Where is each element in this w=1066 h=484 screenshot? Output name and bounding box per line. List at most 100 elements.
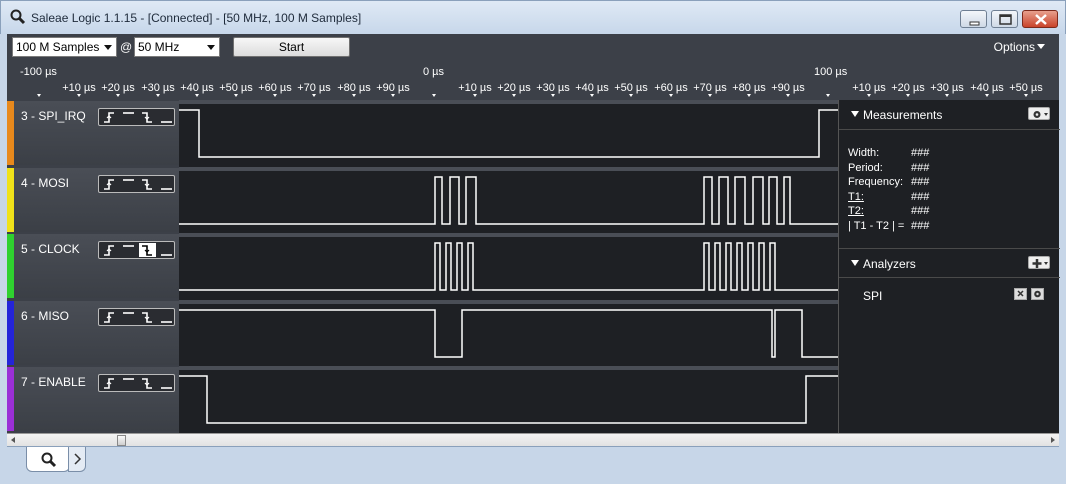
- ruler-minor-label: +80 µs: [732, 82, 766, 94]
- ruler-tick: [708, 94, 712, 97]
- high-level-trigger-icon: [123, 112, 134, 114]
- rising-edge-trigger-icon-button[interactable]: [101, 310, 118, 324]
- measurement-value: ###: [911, 190, 930, 203]
- low-level-trigger-icon-button[interactable]: [158, 110, 175, 124]
- ruler-tick: [590, 94, 594, 97]
- sample-rate-value: 50 MHz: [138, 40, 180, 54]
- high-level-trigger-icon: [123, 312, 134, 314]
- high-level-trigger-icon-button[interactable]: [120, 110, 137, 124]
- falling-edge-trigger-icon-button[interactable]: [139, 177, 156, 191]
- channel-color-swatch: [7, 234, 14, 298]
- measurement-key[interactable]: T2:: [848, 204, 864, 219]
- falling-edge-trigger-icon-button[interactable]: [139, 110, 156, 124]
- magnifier-app-icon: [10, 9, 26, 25]
- analyzers-header[interactable]: Analyzers: [839, 248, 1060, 278]
- lane-separator: [179, 167, 838, 171]
- measurement-key: | T1 - T2 | =: [848, 219, 905, 232]
- chevron-down-icon: [104, 45, 112, 50]
- analyzer-settings-button[interactable]: [1031, 288, 1044, 300]
- falling-edge-trigger-icon-button[interactable]: [139, 376, 156, 390]
- scrollbar-thumb[interactable]: [117, 435, 126, 446]
- measurement-key[interactable]: T1:: [848, 190, 864, 205]
- ruler-tick: [116, 94, 120, 97]
- rising-edge-trigger-icon-button[interactable]: [101, 110, 118, 124]
- measurement-value: ###: [911, 176, 930, 188]
- waveform-view[interactable]: [179, 100, 838, 433]
- scroll-right-arrow-icon[interactable]: [1051, 437, 1055, 443]
- measurements-header[interactable]: Measurements: [839, 100, 1060, 130]
- rising-edge-trigger-icon: [104, 112, 114, 123]
- remove-analyzer-button[interactable]: [1014, 288, 1027, 300]
- falling-edge-trigger-icon-button[interactable]: [139, 310, 156, 324]
- ruler-tick: [234, 94, 238, 97]
- measurement-value: ###: [911, 147, 930, 159]
- channel-row-mosi[interactable]: 4 - MOSI: [7, 168, 179, 232]
- high-level-trigger-icon-button[interactable]: [120, 310, 137, 324]
- close-button[interactable]: [1022, 10, 1058, 28]
- ruler-minor-label: +60 µs: [258, 82, 292, 94]
- next-tab[interactable]: [68, 447, 86, 472]
- measurement-row: Width: ###: [848, 146, 1038, 161]
- analyzer-item-spi[interactable]: SPI: [863, 289, 882, 303]
- measurements-settings-button[interactable]: [1028, 107, 1050, 120]
- add-analyzer-button[interactable]: [1028, 256, 1050, 269]
- horizontal-scrollbar[interactable]: [7, 433, 1059, 446]
- search-tab[interactable]: [26, 447, 70, 472]
- low-level-trigger-icon: [161, 121, 172, 123]
- rising-edge-trigger-icon-button[interactable]: [101, 243, 118, 257]
- options-menu[interactable]: Options: [994, 40, 1045, 54]
- ruler-minor-label: +70 µs: [297, 82, 331, 94]
- side-panel: Measurements Width: ### Period: ### Frequenc…: [838, 100, 1060, 433]
- ruler-minor-label: +50 µs: [219, 82, 253, 94]
- ruler-minor-label: +80 µs: [337, 82, 371, 94]
- sample-rate-select[interactable]: 50 MHz: [134, 37, 220, 57]
- low-level-trigger-icon-button[interactable]: [158, 243, 175, 257]
- ruler-minor-label: +10 µs: [852, 82, 886, 94]
- ruler-tick: [669, 94, 673, 97]
- enable-waveform: [179, 375, 838, 424]
- minimize-button[interactable]: [960, 10, 987, 28]
- channel-row-miso[interactable]: 6 - MISO: [7, 301, 179, 365]
- ruler-tick: [985, 94, 989, 97]
- low-level-trigger-icon-button[interactable]: [158, 310, 175, 324]
- ruler-minor-label: +90 µs: [771, 82, 805, 94]
- high-level-trigger-icon-button[interactable]: [120, 177, 137, 191]
- channel-row-spi-irq[interactable]: 3 - SPI_IRQ: [7, 101, 179, 165]
- ruler-major-label: 100 µs: [814, 66, 848, 78]
- channel-row-clock[interactable]: 5 - CLOCK: [7, 234, 179, 298]
- low-level-trigger-icon-button[interactable]: [158, 177, 175, 191]
- channel-color-swatch: [7, 301, 14, 365]
- measurement-value: ###: [911, 161, 930, 174]
- sample-count-value: 100 M Samples: [16, 40, 100, 54]
- start-button[interactable]: Start: [233, 37, 350, 57]
- measurement-key: Frequency:: [848, 176, 904, 188]
- maximize-icon: [999, 14, 1012, 25]
- low-level-trigger-icon-button[interactable]: [158, 376, 175, 390]
- channel-row-enable[interactable]: 7 - ENABLE: [7, 367, 179, 431]
- ruler-tick: [826, 94, 830, 97]
- chevron-down-icon: [207, 45, 215, 50]
- channel-name: 7 - ENABLE: [21, 375, 86, 389]
- rising-edge-trigger-icon-button[interactable]: [101, 177, 118, 191]
- high-level-trigger-icon-button[interactable]: [120, 376, 137, 390]
- falling-edge-trigger-icon-button[interactable]: [139, 243, 156, 257]
- high-level-trigger-icon-button[interactable]: [120, 243, 137, 257]
- ruler-minor-label: +40 µs: [575, 82, 609, 94]
- ruler-minor-label: +40 µs: [970, 82, 1004, 94]
- scroll-left-arrow-icon[interactable]: [11, 437, 15, 443]
- rising-edge-trigger-icon: [104, 245, 114, 256]
- ruler-minor-label: +90 µs: [376, 82, 410, 94]
- ruler-tick: [512, 94, 516, 97]
- maximize-button[interactable]: [991, 10, 1018, 28]
- rising-edge-trigger-icon-button[interactable]: [101, 376, 118, 390]
- ruler-tick: [629, 94, 633, 97]
- high-level-trigger-icon: [123, 378, 134, 380]
- miso-waveform: [179, 309, 838, 358]
- sample-count-select[interactable]: 100 M Samples: [12, 37, 117, 57]
- high-level-trigger-icon: [123, 245, 134, 247]
- ruler-tick: [37, 94, 41, 97]
- low-level-trigger-icon: [161, 188, 172, 190]
- ruler-minor-label: +30 µs: [141, 82, 175, 94]
- ruler-tick: [432, 94, 436, 97]
- ruler-minor-label: +70 µs: [693, 82, 727, 94]
